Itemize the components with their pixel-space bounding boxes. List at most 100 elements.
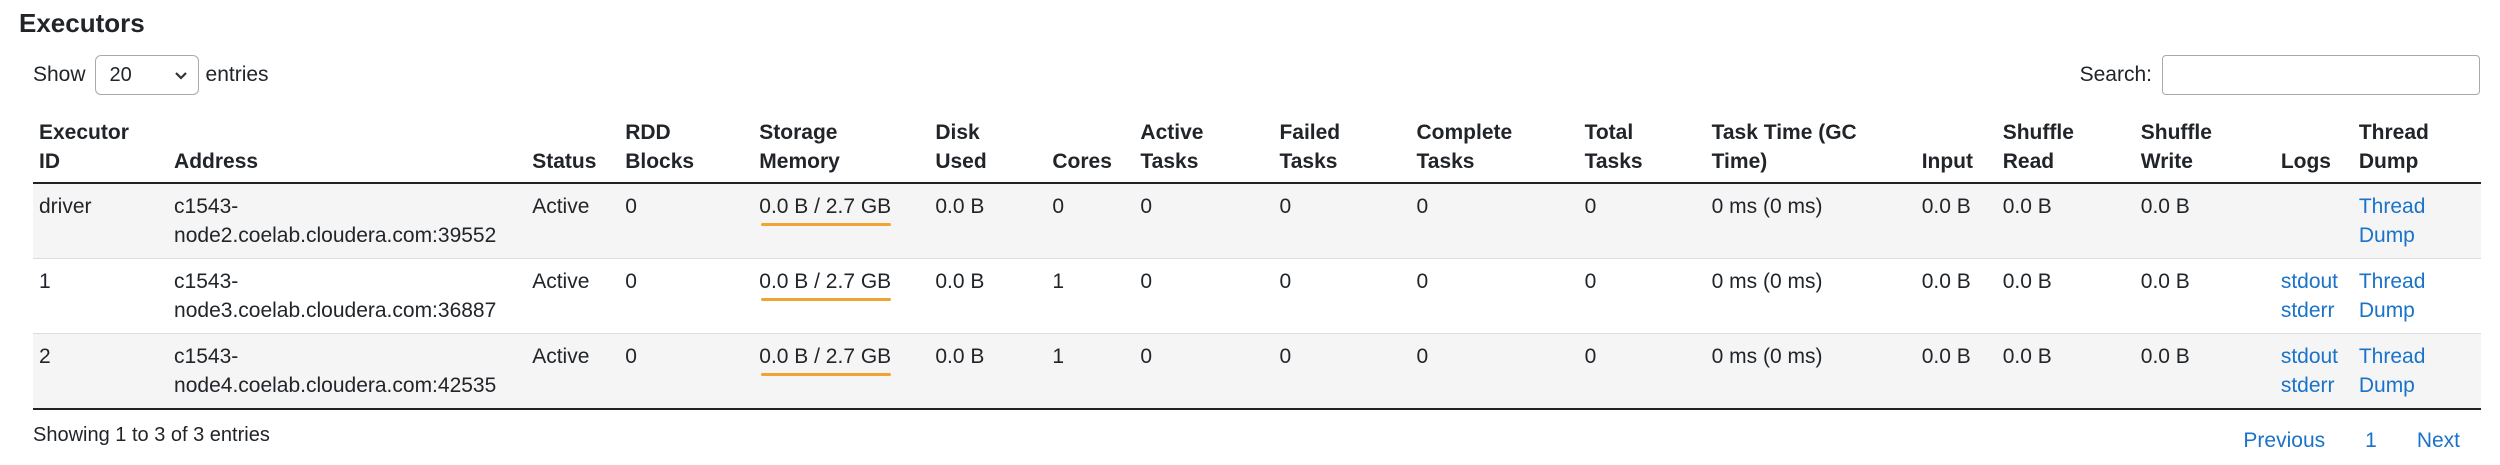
address-rest: node3.coelab.cloudera.com:36887: [174, 299, 497, 322]
table-cell: 0: [1273, 333, 1411, 410]
task-time-value: 0 ms (0 ms): [1711, 195, 1823, 218]
column-header[interactable]: Failed Tasks: [1273, 112, 1411, 184]
table-cell: 0: [1134, 333, 1274, 410]
column-header[interactable]: Shuffle Write: [2134, 112, 2275, 184]
column-header-line1: Active: [1140, 121, 1204, 144]
column-header-line1: Thread: [2358, 121, 2429, 144]
table-cell: Active: [526, 183, 620, 259]
task-time-value: 0 ms (0 ms): [1711, 270, 1823, 293]
column-header[interactable]: Task Time (GC Time): [1705, 112, 1916, 184]
column-header[interactable]: Complete Tasks: [1410, 112, 1579, 184]
column-header-line2: Status: [532, 150, 597, 173]
address-host: c1543-: [174, 270, 239, 293]
table-cell: Active: [526, 258, 620, 334]
stderr-link[interactable]: stderr: [2281, 371, 2347, 400]
column-header-line2: Dump: [2358, 150, 2419, 173]
total-tasks-value: 0: [1584, 270, 1597, 293]
column-header[interactable]: Status: [526, 112, 620, 184]
entries-select[interactable]: 20: [94, 55, 199, 95]
table-info: Showing 1 to 3 of 3 entries: [33, 424, 270, 446]
column-header[interactable]: Input: [1915, 112, 1997, 184]
table-cell: 0.0 B: [2134, 183, 2275, 259]
status-value: Active: [532, 195, 590, 218]
shuffle-write-value: 0.0 B: [2140, 345, 2190, 368]
stdout-link[interactable]: stdout: [2281, 342, 2347, 371]
storage-memory: 0.0 B / 2.7 GB: [759, 342, 892, 376]
search-control: Search:: [2080, 54, 2480, 96]
shuffle-read-value: 0.0 B: [2002, 345, 2052, 368]
table-cell: 0.0 B: [929, 258, 1047, 334]
column-header-line2: Blocks: [625, 150, 695, 173]
column-header[interactable]: Storage Memory: [753, 112, 930, 184]
shuffle-read-value: 0.0 B: [2002, 270, 2052, 293]
thread-dump-link[interactable]: Thread Dump: [2359, 345, 2426, 397]
input-value: 0.0 B: [1921, 270, 1971, 293]
column-header[interactable]: Thread Dump: [2352, 112, 2481, 184]
thread-dump-link[interactable]: Thread Dump: [2359, 195, 2426, 247]
table-cell: 0.0 B: [1996, 333, 2135, 410]
complete-tasks-value: 0: [1416, 345, 1429, 368]
column-header[interactable]: RDD Blocks: [619, 112, 754, 184]
address-host: c1543-: [174, 345, 239, 368]
column-header[interactable]: Cores: [1046, 112, 1135, 184]
stdout-link[interactable]: stdout: [2281, 267, 2347, 296]
table-cell: 0: [1273, 258, 1411, 334]
column-header[interactable]: Address: [168, 112, 527, 184]
table-cell: 2: [33, 333, 169, 410]
table-cell: 0.0 B: [2134, 258, 2275, 334]
column-header[interactable]: Shuffle Read: [1996, 112, 2135, 184]
table-cell: 0.0 B / 2.7 GB: [753, 258, 930, 334]
total-tasks-value: 0: [1584, 195, 1597, 218]
column-header[interactable]: Disk Used: [929, 112, 1047, 184]
total-tasks-value: 0: [1584, 345, 1597, 368]
table-cell: 0: [619, 333, 754, 410]
active-tasks-value: 0: [1140, 270, 1153, 293]
table-cell: 0: [1046, 183, 1135, 259]
table-cell: 0.0 B / 2.7 GB: [753, 333, 930, 410]
table-cell: 0: [1578, 333, 1706, 410]
table-cell: 0: [1410, 258, 1579, 334]
column-header[interactable]: Active Tasks: [1134, 112, 1274, 184]
table-row: 2 c1543- node4.coelab.cloudera.com:42535 Ac…: [33, 333, 2481, 410]
table-cell: 1: [33, 258, 169, 334]
storage-memory-value: 0.0 B / 2.7 GB: [759, 270, 892, 293]
table-cell: 0: [1134, 258, 1274, 334]
table-cell: 0: [1273, 183, 1411, 259]
table-cell: 0 ms (0 ms): [1705, 333, 1916, 410]
address-cell: c1543- node3.coelab.cloudera.com:36887: [168, 258, 527, 334]
stderr-link[interactable]: stderr: [2281, 296, 2347, 325]
complete-tasks-value: 0: [1416, 270, 1429, 293]
column-header-line1: Disk: [935, 121, 980, 144]
table-cell: 0: [619, 258, 754, 334]
status-value: Active: [532, 345, 590, 368]
entries-label: entries: [205, 63, 269, 86]
column-header-line2: Memory: [759, 150, 840, 173]
column-header[interactable]: Executor ID: [33, 112, 169, 184]
next-button[interactable]: Next: [2397, 425, 2480, 457]
column-header-line1: RDD: [625, 121, 671, 144]
column-header[interactable]: Total Tasks: [1578, 112, 1706, 184]
table-cell: 1: [1046, 333, 1135, 410]
table-cell: 0: [1410, 183, 1579, 259]
page-1-button[interactable]: 1: [2345, 425, 2397, 457]
column-header-line1: Storage: [759, 121, 838, 144]
column-header-line2: Tasks: [1279, 150, 1338, 173]
table-cell: Thread Dump: [2352, 183, 2481, 259]
thread-dump-link[interactable]: Thread Dump: [2359, 270, 2426, 322]
previous-button[interactable]: Previous: [2223, 425, 2345, 457]
address-cell: c1543- node4.coelab.cloudera.com:42535: [168, 333, 527, 410]
column-header[interactable]: Logs: [2274, 112, 2353, 184]
search-input[interactable]: [2162, 55, 2480, 95]
entries-select-value: 20: [109, 63, 132, 86]
page-title: Executors: [19, 8, 145, 38]
column-header-line2: Logs: [2280, 150, 2331, 173]
shuffle-read-value: 0.0 B: [2002, 195, 2052, 218]
logs-cell: [2274, 183, 2353, 259]
cores-value: 1: [1052, 270, 1065, 293]
column-header-line1: Executor: [39, 121, 129, 144]
column-header-line2: ID: [39, 150, 60, 173]
disk-used-value: 0.0 B: [935, 270, 985, 293]
status-value: Active: [532, 270, 590, 293]
address-rest: node2.coelab.cloudera.com:39552: [174, 224, 497, 247]
failed-tasks-value: 0: [1279, 345, 1292, 368]
